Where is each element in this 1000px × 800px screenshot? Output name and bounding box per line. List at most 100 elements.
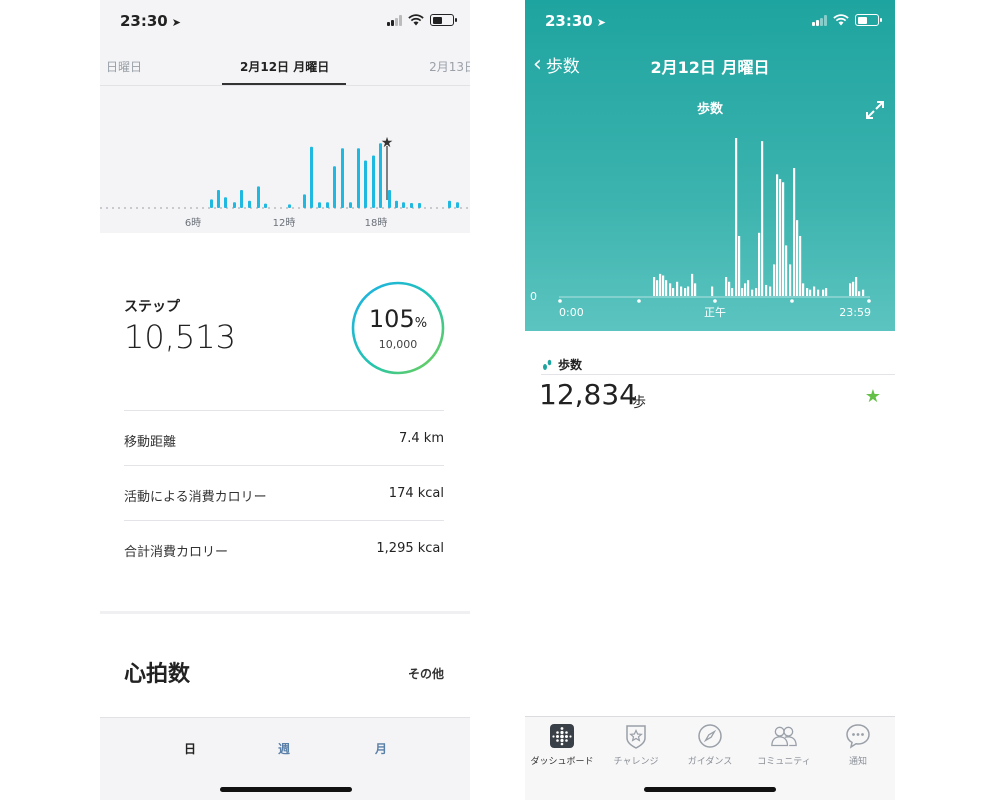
tab-label: チャレンジ bbox=[613, 757, 659, 767]
tab-label: ダッシュボード bbox=[530, 757, 594, 767]
chart-bar bbox=[395, 200, 398, 208]
chart-bar bbox=[825, 288, 828, 296]
chart-bar bbox=[755, 288, 758, 296]
home-indicator bbox=[644, 787, 776, 792]
chart-title: 歩数 bbox=[696, 102, 723, 117]
heart-rate-other-link[interactable]: その他 bbox=[408, 665, 444, 682]
date-current[interactable]: 2月12日 月曜日 bbox=[240, 58, 329, 75]
stat-row-distance: 移動距離 7.4 km bbox=[124, 410, 444, 465]
date-prev[interactable]: 日曜日 bbox=[106, 58, 142, 75]
chart-bar bbox=[735, 138, 738, 296]
tab-guidance[interactable]: ガイダンス bbox=[673, 723, 747, 767]
chart-bar bbox=[765, 284, 768, 296]
chart-bar bbox=[751, 289, 754, 296]
tab-month[interactable]: 月 bbox=[375, 740, 387, 757]
tab-label: 通知 bbox=[848, 757, 867, 767]
chart-bar bbox=[402, 202, 405, 208]
stat-row-total-calories: 合計消費カロリー 1,295 kcal bbox=[124, 520, 444, 575]
chart-bar bbox=[769, 286, 772, 296]
chart-bar bbox=[372, 155, 375, 208]
chart-bar bbox=[785, 245, 788, 296]
status-time: 23:30 ➤ bbox=[545, 12, 606, 30]
chart-bar bbox=[725, 277, 728, 296]
steps-minute-chart[interactable]: 0 0:00 正午 23:59 bbox=[525, 120, 895, 331]
chart-bar bbox=[672, 288, 675, 296]
chart-bar bbox=[669, 283, 672, 296]
chart-bar bbox=[802, 283, 805, 296]
battery-icon bbox=[855, 14, 882, 26]
chart-bar bbox=[364, 160, 367, 208]
heart-rate-title: 心拍数 bbox=[124, 662, 191, 687]
chart-bar bbox=[310, 146, 313, 208]
tab-dashboard[interactable]: ダッシュボード bbox=[525, 723, 599, 767]
goal-star-icon: ★ bbox=[381, 135, 394, 151]
challenge-icon bbox=[626, 725, 646, 749]
left-phone-screen: 23:30 ➤ 日曜日 2月12日 月曜日 2月13日 6時 12時 18時 ★ … bbox=[100, 0, 470, 800]
summary-divider bbox=[541, 374, 895, 375]
steps-header: 23:30 ➤ ‹ 歩数 2月12日 月曜日 歩数 0 0:00 正午 23:5… bbox=[525, 0, 895, 331]
steps-value: 10,513 bbox=[124, 318, 236, 356]
tick-label-12: 12時 bbox=[273, 217, 296, 229]
x-label-noon: 正午 bbox=[704, 306, 726, 319]
tab-day[interactable]: 日 bbox=[184, 740, 196, 757]
footsteps-icon bbox=[543, 359, 552, 370]
chart-bar bbox=[653, 277, 656, 296]
chart-bar bbox=[691, 273, 694, 296]
status-icons bbox=[812, 14, 882, 26]
battery-icon bbox=[430, 14, 457, 26]
tab-community[interactable]: コミュニティ bbox=[747, 723, 821, 767]
chart-bar bbox=[448, 200, 451, 208]
tab-week[interactable]: 週 bbox=[278, 740, 290, 757]
stat-label: 活動による消費カロリー bbox=[124, 490, 267, 505]
chart-bar bbox=[694, 283, 697, 296]
chart-bar bbox=[210, 199, 213, 208]
chart-bar bbox=[341, 148, 344, 208]
chart-bar bbox=[656, 280, 659, 296]
steps-hourly-chart[interactable]: 6時 12時 18時 ★ bbox=[100, 86, 470, 233]
tab-label: ガイダンス bbox=[687, 757, 733, 767]
steps-summary-label: 歩数 bbox=[541, 356, 582, 373]
chart-bar bbox=[257, 186, 260, 208]
chart-bar bbox=[711, 286, 714, 296]
dashboard-icon bbox=[550, 724, 574, 748]
stat-value: 1,295 kcal bbox=[376, 541, 444, 556]
wifi-icon bbox=[833, 14, 849, 26]
chart-bar bbox=[326, 202, 329, 208]
chart-bar bbox=[782, 182, 785, 296]
chart-bar bbox=[728, 281, 731, 296]
chart-bar bbox=[809, 289, 812, 296]
date-next[interactable]: 2月13日 bbox=[429, 58, 470, 75]
stat-label: 移動距離 bbox=[124, 435, 177, 450]
tab-notifications[interactable]: 通知 bbox=[821, 723, 895, 767]
tab-challenges[interactable]: チャレンジ bbox=[599, 723, 673, 767]
chart-bar bbox=[858, 291, 861, 296]
chart-bar bbox=[684, 288, 687, 296]
goal-target: 10,000 bbox=[378, 338, 418, 351]
chart-bar bbox=[789, 264, 792, 296]
steps-label: ステップ bbox=[124, 299, 180, 315]
chart-bar bbox=[357, 148, 360, 208]
chart-bar bbox=[849, 283, 852, 296]
steps-summary-value: 12,834 bbox=[539, 378, 637, 411]
chart-bar bbox=[813, 286, 816, 296]
chart-bar bbox=[806, 288, 809, 296]
chart-bar bbox=[248, 200, 251, 208]
chart-bar bbox=[741, 288, 744, 296]
chart-bar bbox=[662, 275, 665, 296]
stat-row-active-calories: 活動による消費カロリー 174 kcal bbox=[124, 465, 444, 520]
chart-bar bbox=[680, 286, 683, 296]
chart-bar bbox=[388, 190, 391, 208]
axis-dot bbox=[790, 299, 794, 303]
axis-dot bbox=[558, 299, 562, 303]
chart-bar bbox=[410, 202, 413, 208]
steps-summary-unit: 歩 bbox=[632, 395, 646, 411]
chart-bar bbox=[224, 197, 227, 208]
location-arrow-icon: ➤ bbox=[171, 16, 181, 29]
x-label-start: 0:00 bbox=[559, 306, 584, 319]
chart-bar bbox=[349, 202, 352, 208]
chart-bar bbox=[744, 283, 747, 296]
chart-bar bbox=[303, 194, 306, 208]
expand-icon[interactable] bbox=[865, 100, 885, 120]
period-tabs: 日 週 月 bbox=[100, 717, 470, 800]
date-navigator: 日曜日 2月12日 月曜日 2月13日 bbox=[100, 44, 470, 86]
